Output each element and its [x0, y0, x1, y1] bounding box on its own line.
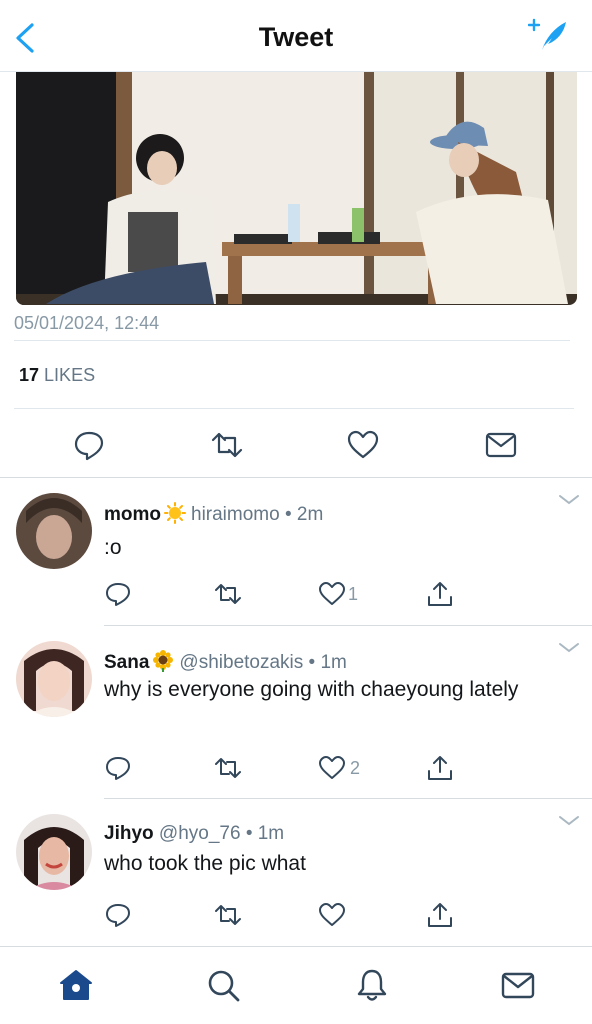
- bottom-tab-bar: [0, 946, 592, 1024]
- reply-text: :o: [104, 536, 122, 559]
- retweet-icon[interactable]: [214, 580, 242, 608]
- user-handle[interactable]: @hyo_76: [159, 823, 241, 844]
- chevron-down-icon[interactable]: [558, 641, 580, 655]
- retweet-icon[interactable]: [214, 754, 242, 782]
- reply-action-bar: 1: [0, 580, 592, 616]
- reply-text: who took the pic what: [104, 852, 306, 875]
- likes-label: LIKES: [44, 365, 96, 385]
- reply-header: momo hiraimomo • 2m: [104, 502, 323, 526]
- divider: [14, 340, 570, 341]
- messages-icon[interactable]: [500, 967, 536, 1003]
- tweet-action-bar: [0, 420, 592, 468]
- page-title: Tweet: [258, 22, 334, 52]
- reply-text: why is everyone going with chaeyoung lat…: [104, 678, 519, 701]
- tweet-photo[interactable]: [16, 72, 577, 305]
- reply-time: • 1m: [245, 823, 285, 844]
- reply-time: • 2m: [284, 504, 324, 525]
- direct-message-icon[interactable]: [484, 428, 518, 462]
- like-count: 1: [348, 584, 359, 604]
- share-icon[interactable]: [426, 580, 454, 608]
- reply-action-bar: [0, 901, 592, 937]
- retweet-icon[interactable]: [214, 901, 242, 929]
- reply-header: Jihyo @hyo_76 • 1m: [104, 823, 284, 845]
- display-name[interactable]: momo: [104, 504, 161, 525]
- reply-icon[interactable]: [104, 754, 132, 782]
- reply-time: • 1m: [308, 652, 347, 673]
- like-count: 2: [350, 758, 361, 778]
- notifications-icon[interactable]: [354, 967, 390, 1003]
- reply-header: Sana @shibetozakis • 1m: [104, 650, 347, 674]
- share-icon[interactable]: [426, 901, 454, 929]
- display-name[interactable]: Sana: [104, 652, 149, 673]
- avatar[interactable]: [16, 641, 92, 717]
- likes-count-row[interactable]: 17 LIKES: [19, 365, 95, 386]
- divider: [0, 477, 592, 478]
- like-icon[interactable]: [318, 580, 346, 608]
- divider: [104, 798, 592, 799]
- reply-icon[interactable]: [72, 428, 106, 462]
- user-handle[interactable]: @shibetozakis: [179, 652, 303, 673]
- retweet-icon[interactable]: [210, 428, 244, 462]
- reply-action-bar: 2: [0, 754, 592, 790]
- like-icon[interactable]: [318, 754, 346, 782]
- avatar[interactable]: [16, 814, 92, 890]
- divider: [14, 408, 574, 409]
- like-icon[interactable]: [318, 901, 346, 929]
- search-icon[interactable]: [205, 967, 241, 1003]
- top-nav-bar: Tweet: [0, 0, 592, 72]
- chevron-down-icon[interactable]: [558, 493, 580, 507]
- tweet-timestamp: 05/01/2024, 12:44: [14, 313, 160, 333]
- divider: [104, 625, 592, 626]
- sunflower-emoji: [153, 650, 174, 672]
- like-icon[interactable]: [346, 428, 380, 462]
- user-handle[interactable]: hiraimomo: [191, 504, 280, 525]
- likes-count: 17: [19, 365, 40, 385]
- share-icon[interactable]: [426, 754, 454, 782]
- display-name[interactable]: Jihyo: [104, 823, 154, 844]
- compose-tweet-icon[interactable]: [528, 16, 570, 56]
- reply-icon[interactable]: [104, 580, 132, 608]
- home-icon[interactable]: [58, 967, 94, 1003]
- sun-emoji: [164, 502, 186, 524]
- avatar[interactable]: [16, 493, 92, 569]
- chevron-down-icon[interactable]: [558, 814, 580, 828]
- reply-icon[interactable]: [104, 901, 132, 929]
